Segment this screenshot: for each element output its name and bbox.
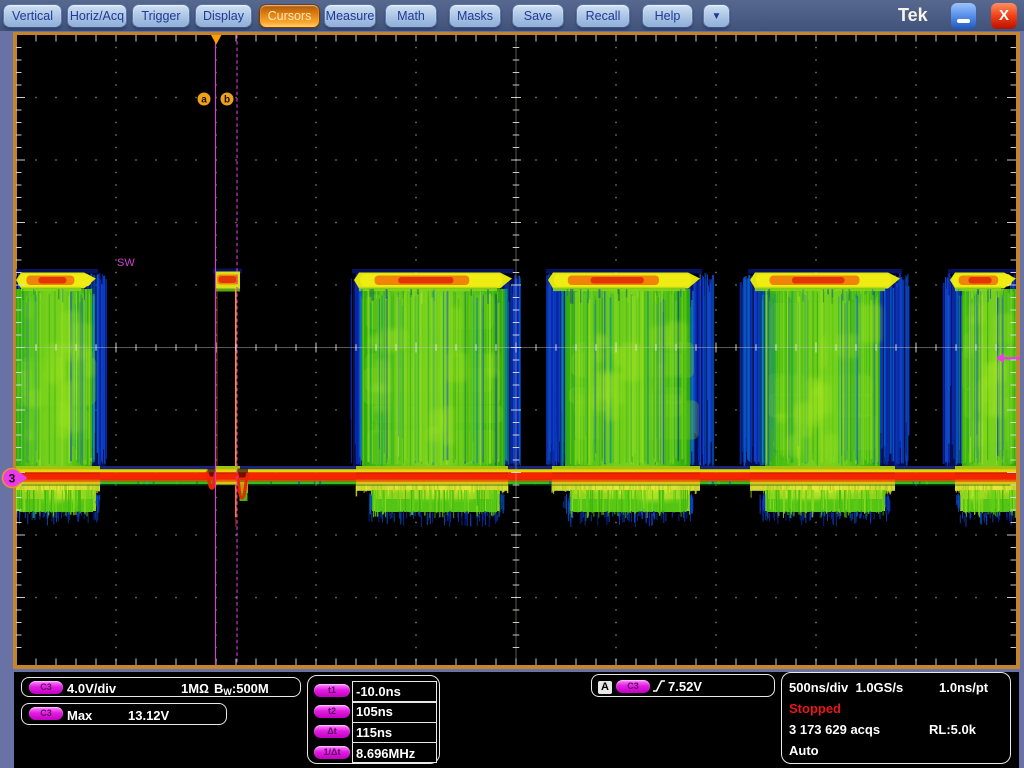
- svg-text:a: a: [201, 95, 207, 106]
- svg-text:SW: SW: [117, 257, 135, 269]
- svg-text:b: b: [224, 95, 230, 106]
